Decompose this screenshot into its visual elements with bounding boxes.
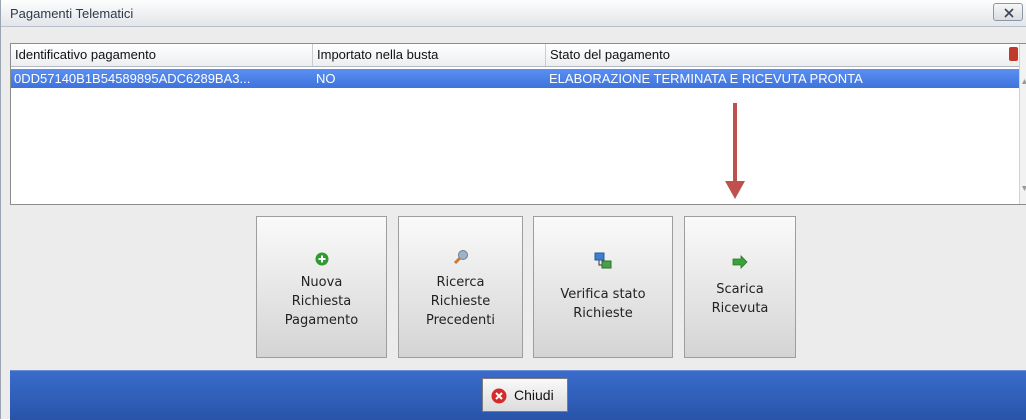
download-receipt-button[interactable]: Scarica Ricevuta <box>684 216 796 358</box>
close-button[interactable]: Chiudi <box>482 378 568 412</box>
close-circle-icon <box>491 388 507 404</box>
close-button-label: Chiudi <box>514 387 554 403</box>
download-receipt-label: Scarica Ricevuta <box>711 282 769 316</box>
new-payment-request-button[interactable]: Nuova Richiesta Pagamento <box>256 216 387 358</box>
network-icon <box>594 252 612 269</box>
verify-request-status-button[interactable]: Verifica stato Richieste <box>533 216 673 358</box>
download-arrow-icon <box>732 255 748 269</box>
plus-circle-icon <box>315 252 328 266</box>
payments-window: Pagamenti Telematici Identificativo paga… <box>0 0 1026 420</box>
search-icon <box>453 250 468 265</box>
search-previous-requests-button[interactable]: Ricerca Richieste Precedenti <box>398 216 523 358</box>
verify-request-status-label: Verifica stato Richieste <box>560 287 646 321</box>
new-payment-request-label: Nuova Richiesta Pagamento <box>284 275 359 328</box>
search-previous-requests-label: Ricerca Richieste Precedenti <box>425 275 495 328</box>
